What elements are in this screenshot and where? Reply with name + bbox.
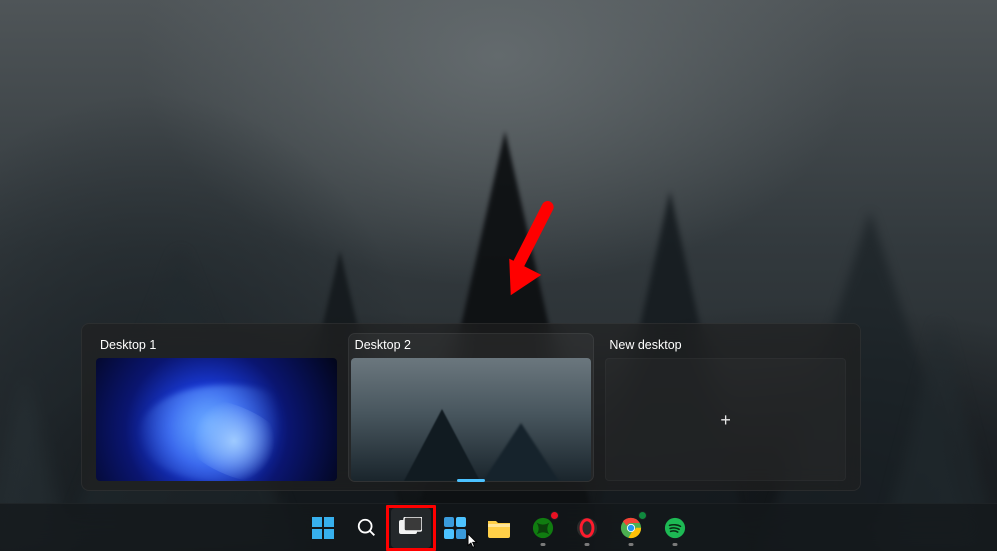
spotify-icon — [664, 517, 686, 539]
xbox-app-button[interactable] — [523, 508, 563, 548]
widgets-button[interactable] — [435, 508, 475, 548]
virtual-desktop-1[interactable]: Desktop 1 — [94, 334, 339, 481]
virtual-desktop-label: Desktop 2 — [351, 336, 592, 358]
search-button[interactable] — [347, 508, 387, 548]
start-button[interactable] — [303, 508, 343, 548]
taskbar — [0, 503, 997, 551]
widgets-icon — [444, 517, 466, 539]
virtual-desktops-flyout: Desktop 1 Desktop 2 New desktop + — [81, 323, 861, 491]
virtual-desktop-thumbnail — [351, 358, 592, 481]
notification-badge — [550, 511, 559, 520]
start-icon — [312, 517, 334, 539]
spotify-button[interactable] — [655, 508, 695, 548]
file-explorer-icon — [487, 518, 511, 538]
task-view-button[interactable] — [391, 508, 431, 548]
new-desktop-thumbnail: + — [605, 358, 846, 481]
virtual-desktop-thumbnail — [96, 358, 337, 481]
virtual-desktop-label: Desktop 1 — [96, 336, 337, 358]
chrome-icon — [620, 517, 642, 539]
xbox-icon — [532, 517, 554, 539]
plus-icon: + — [720, 411, 731, 429]
task-view-icon — [399, 517, 422, 538]
chrome-button[interactable] — [611, 508, 651, 548]
opera-icon — [576, 517, 598, 539]
new-desktop-label: New desktop — [605, 336, 846, 358]
presence-badge — [638, 511, 647, 520]
active-desktop-indicator — [457, 479, 485, 482]
file-explorer-button[interactable] — [479, 508, 519, 548]
new-desktop-button[interactable]: New desktop + — [603, 334, 848, 481]
opera-button[interactable] — [567, 508, 607, 548]
search-icon — [356, 517, 378, 539]
virtual-desktop-2[interactable]: Desktop 2 — [349, 334, 594, 481]
